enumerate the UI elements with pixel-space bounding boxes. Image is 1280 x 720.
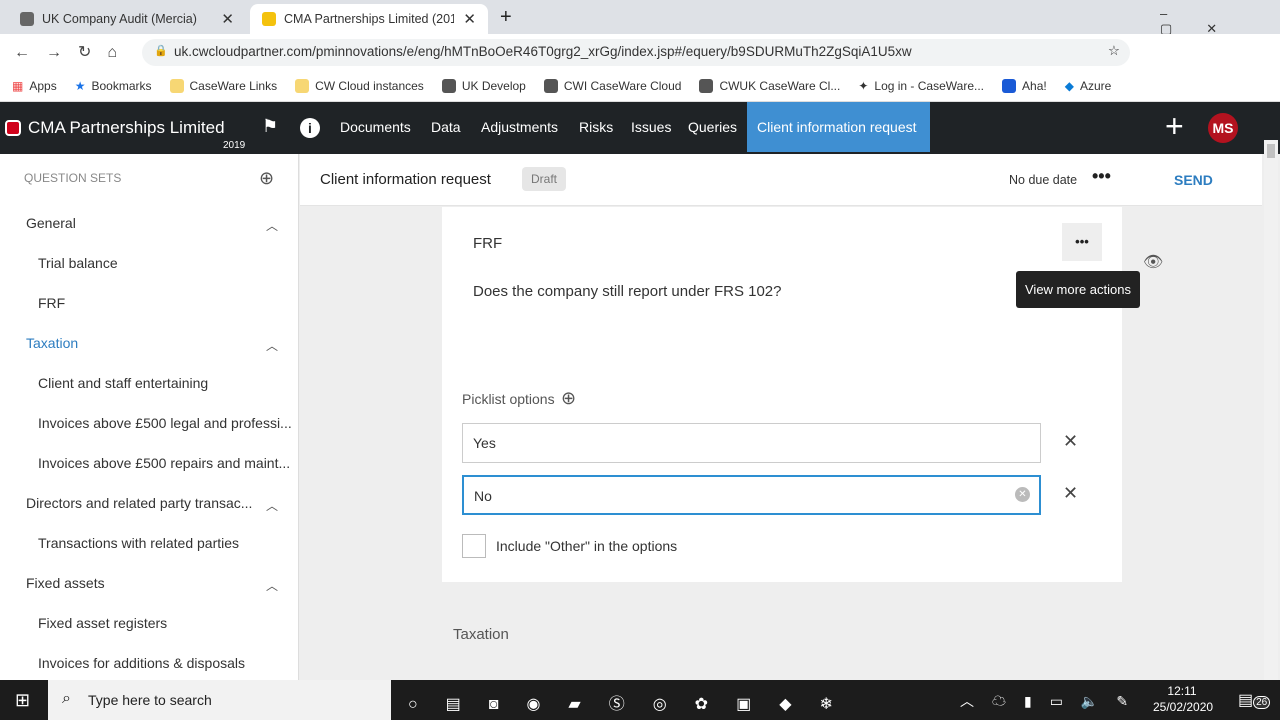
bookmark-bookmarks[interactable]: ★ Bookmarks: [75, 79, 152, 93]
system-tray-icons[interactable]: ︿☁▮▭🔈✎: [960, 691, 1146, 711]
nav-client-information-request[interactable]: Client information request: [747, 102, 930, 152]
nav-queries[interactable]: Queries: [680, 102, 745, 152]
tab-title: CMA Partnerships Limited (2019): [284, 12, 454, 26]
lock-icon: 🔒: [154, 45, 168, 57]
nav-documents[interactable]: Documents: [332, 102, 419, 152]
sidebar-item-trial-balance[interactable]: Trial balance: [38, 255, 118, 271]
remove-option-icon[interactable]: ✕: [1063, 431, 1078, 452]
add-option-icon[interactable]: ⊕: [561, 388, 576, 409]
question-section: FRF: [473, 235, 503, 252]
bookmark-cwuk[interactable]: CWUK CaseWare Cl...: [699, 78, 840, 93]
option-input[interactable]: Yes: [462, 423, 1041, 463]
bookmark-uk-develop[interactable]: UK Develop: [441, 78, 526, 93]
cloud-icon: [20, 12, 34, 26]
bookmark-cw-cloud[interactable]: CW Cloud instances: [295, 78, 424, 93]
bookmark-cwi[interactable]: CWI CaseWare Cloud: [543, 78, 681, 93]
chevron-up-icon[interactable]: ︿: [266, 577, 278, 594]
status-badge: Draft: [522, 167, 567, 191]
taskbar-apps[interactable]: ○▤◙◉▰Ⓢ◎✿▣◆❄: [408, 690, 861, 714]
logo-icon: [5, 120, 21, 136]
windows-start-icon[interactable]: ⊞: [15, 690, 30, 711]
chevron-up-icon[interactable]: ︿: [266, 497, 278, 514]
option-input-focused[interactable]: No: [462, 475, 1041, 515]
sidebar-group-directors[interactable]: Directors and related party transac...: [26, 495, 252, 511]
browser-tab[interactable]: UK Company Audit (Mercia) ✕: [8, 4, 246, 34]
sidebar-item-fixed-asset-registers[interactable]: Fixed asset registers: [38, 615, 167, 631]
question-text[interactable]: Does the company still report under FRS …: [473, 283, 782, 300]
sidebar-item-frf[interactable]: FRF: [38, 295, 65, 311]
chevron-up-icon[interactable]: ︿: [266, 217, 278, 234]
page-title: Client information request: [320, 171, 491, 188]
user-avatar[interactable]: MS: [1208, 113, 1238, 143]
close-tab-icon[interactable]: ✕: [463, 10, 476, 28]
add-question-set-icon[interactable]: ⊕: [259, 168, 274, 189]
bookmark-apps[interactable]: ▦ Apps: [12, 79, 57, 93]
star-icon[interactable]: ☆: [1108, 43, 1120, 59]
nav-buttons-icon[interactable]: ←→↻⌂: [14, 42, 133, 62]
more-options-icon[interactable]: •••: [1092, 166, 1111, 187]
due-date[interactable]: No due date: [1009, 173, 1077, 187]
sidebar-item-related-parties[interactable]: Transactions with related parties: [38, 535, 239, 551]
page-header: Client information request Draft No due …: [300, 154, 1262, 206]
sidebar-item-invoices-repairs[interactable]: Invoices above £500 repairs and maint...: [38, 455, 290, 471]
more-actions-button[interactable]: •••: [1062, 223, 1102, 261]
nav-adjustments[interactable]: Adjustments: [473, 102, 566, 152]
bookmarks-bar: ▦ Apps ★ Bookmarks CaseWare Links CW Cloud…: [0, 70, 1280, 102]
sidebar-group-general[interactable]: General: [26, 215, 76, 231]
address-bar[interactable]: 🔒 uk.cwcloudpartner.com/pminnovations/e/e…: [142, 39, 1130, 66]
close-tab-icon[interactable]: ✕: [221, 10, 234, 28]
browser-tab-active[interactable]: CMA Partnerships Limited (2019) ✕: [250, 4, 488, 34]
add-icon[interactable]: +: [1165, 108, 1184, 145]
include-other-checkbox[interactable]: [462, 534, 486, 558]
tooltip: View more actions: [1016, 271, 1140, 308]
new-tab-icon[interactable]: +: [500, 6, 512, 29]
search-icon: ⌕: [62, 690, 71, 707]
window-controls[interactable]: –▢✕: [1160, 6, 1280, 37]
chevron-up-icon[interactable]: ︿: [266, 337, 278, 354]
picklist-label: Picklist options: [462, 391, 555, 407]
nav-issues[interactable]: Issues: [623, 102, 679, 152]
clock[interactable]: 12:11 25/02/2020: [1153, 684, 1213, 714]
sidebar-group-taxation[interactable]: Taxation: [26, 335, 78, 351]
sidebar-item-invoices-additions[interactable]: Invoices for additions & disposals: [38, 655, 245, 671]
sidebar-item-invoices-legal[interactable]: Invoices above £500 legal and professi..…: [38, 415, 292, 431]
taskbar-search[interactable]: ⌕ Type here to search: [48, 680, 391, 720]
question-sets-sidebar: QUESTION SETS ⊕ General ︿ Trial balance F…: [0, 154, 299, 680]
section-heading: Taxation: [453, 626, 509, 643]
clear-icon[interactable]: ✕: [1015, 487, 1030, 502]
include-other-label[interactable]: Include "Other" in the options: [496, 538, 677, 554]
nav-data[interactable]: Data: [423, 102, 469, 152]
notifications-icon[interactable]: ▤ 26: [1238, 690, 1271, 710]
url-text: uk.cwcloudpartner.com/pminnovations/e/en…: [174, 44, 912, 59]
bookmark-azure[interactable]: ◆ Azure: [1065, 79, 1112, 93]
entity-year: 2019: [223, 140, 246, 151]
eye-icon[interactable]: 👁: [1143, 252, 1163, 272]
bookmark-login[interactable]: ✦ Log in - CaseWare...: [858, 79, 984, 93]
nav-risks[interactable]: Risks: [571, 102, 621, 152]
info-icon[interactable]: i: [300, 118, 320, 138]
sidebar-group-fixed-assets[interactable]: Fixed assets: [26, 575, 105, 591]
flag-icon[interactable]: ⚑: [262, 116, 278, 137]
folder-icon: [262, 12, 276, 26]
scrollbar[interactable]: [1264, 140, 1278, 680]
bookmark-caseware-links[interactable]: CaseWare Links: [169, 78, 277, 93]
sidebar-item-entertaining[interactable]: Client and staff entertaining: [38, 375, 208, 391]
entity-name[interactable]: CMA Partnerships Limited: [28, 118, 225, 138]
remove-option-icon[interactable]: ✕: [1063, 483, 1078, 504]
tab-title: UK Company Audit (Mercia): [42, 12, 197, 26]
send-button[interactable]: SEND: [1174, 172, 1213, 188]
sidebar-heading: QUESTION SETS: [24, 171, 122, 185]
bookmark-aha[interactable]: Aha!: [1002, 78, 1047, 93]
